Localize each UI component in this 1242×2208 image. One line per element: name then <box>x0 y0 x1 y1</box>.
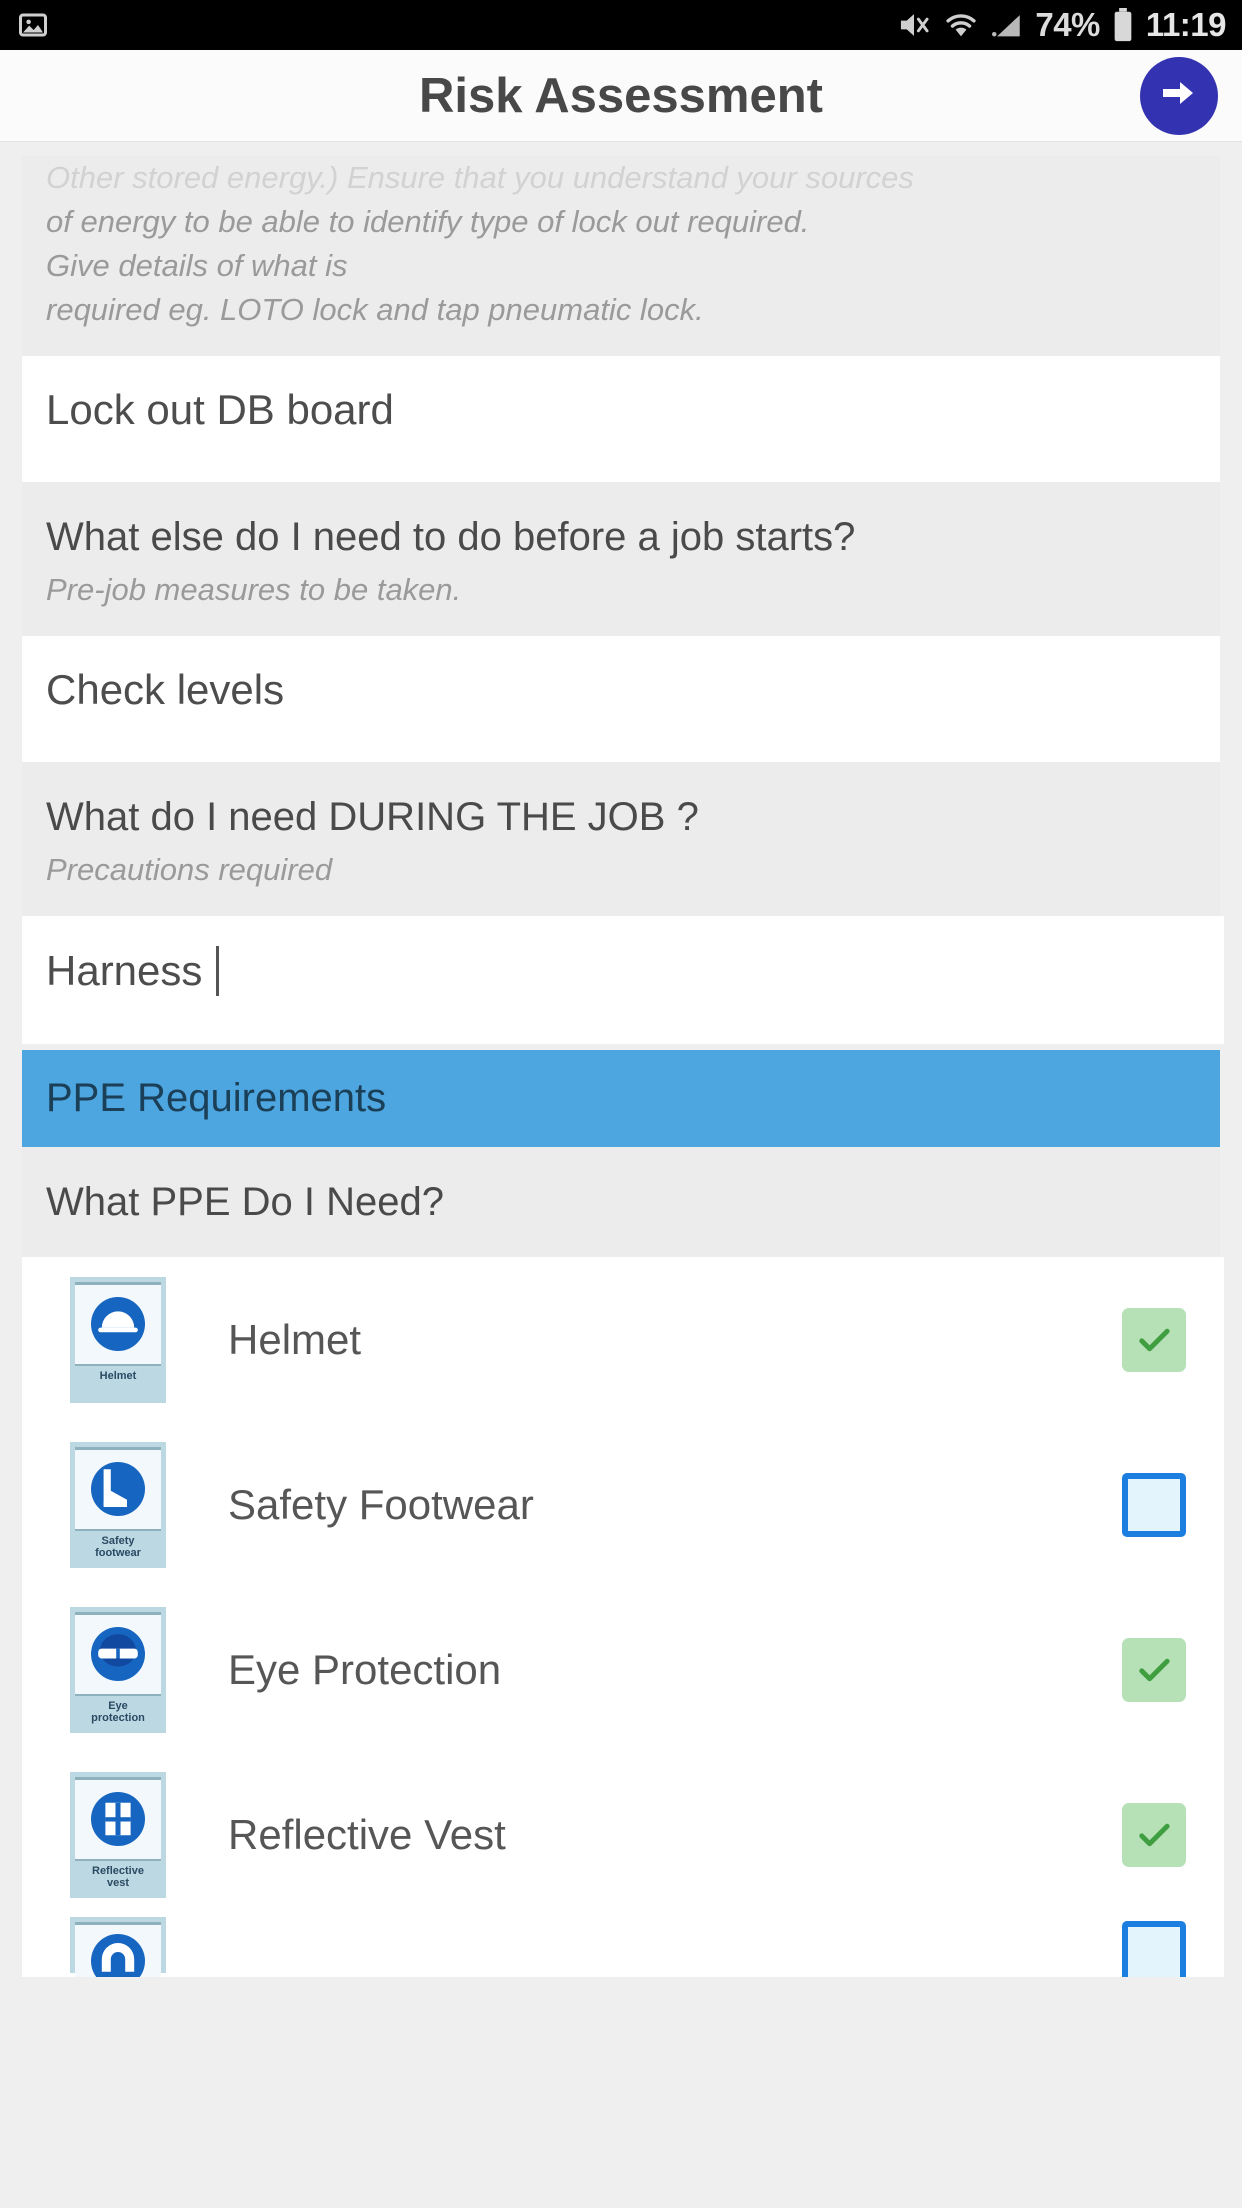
page-title: Risk Assessment <box>418 68 823 123</box>
safety-boot-sign-icon: Safety footwear <box>70 1441 166 1568</box>
list-item[interactable]: Safety footwear Safety Footwear <box>22 1422 1224 1587</box>
check-icon <box>1139 1328 1170 1351</box>
check-icon <box>1139 1823 1170 1846</box>
text-cursor <box>216 946 220 997</box>
status-bar-left <box>18 10 48 40</box>
wifi-icon <box>943 10 979 40</box>
eye-protection-sign-icon: Eye protection <box>70 1606 166 1733</box>
status-bar-clock: 11:19 <box>1145 6 1227 43</box>
list-item[interactable]: Reflective vest Reflective Vest <box>22 1752 1224 1917</box>
answer-value: Check levels <box>46 666 285 714</box>
question-title-prejob: What else do I need to do before a job s… <box>46 515 856 560</box>
next-button[interactable] <box>1140 56 1218 135</box>
answer-field-prejob[interactable]: Check levels <box>22 636 1220 763</box>
checkbox-reflective-vest[interactable] <box>1122 1802 1186 1867</box>
answer-value-wrapper: Harness <box>46 946 1200 997</box>
question-block-lockout: Other stored energy.) Ensure that you un… <box>22 156 1220 357</box>
list-item-label: Helmet <box>228 1315 362 1363</box>
checkbox-eye-protection[interactable] <box>1122 1637 1186 1702</box>
sign-caption: Eye protection <box>91 1699 145 1725</box>
question-hint-duringjob: Precautions required <box>46 852 333 888</box>
checkbox-safety-footwear[interactable] <box>1122 1472 1186 1537</box>
list-item[interactable]: Helmet Helmet <box>22 1257 1224 1422</box>
form-scroll-area[interactable]: Other stored energy.) Ensure that you un… <box>0 142 1242 2208</box>
list-item-label: Safety Footwear <box>228 1480 534 1528</box>
image-notification-icon <box>18 10 48 40</box>
ppe-list: Helmet Helmet Safety footwear Safety Foo… <box>22 1257 1224 1978</box>
question-title-ppe: What PPE Do I Need? <box>46 1180 444 1225</box>
sign-caption: Safety footwear <box>95 1534 141 1560</box>
battery-percent: 74% <box>1035 6 1100 43</box>
question-hint-prejob: Pre-job measures to be taken. <box>46 572 462 608</box>
battery-icon <box>1111 8 1135 42</box>
sign-caption: Reflective vest <box>92 1864 144 1890</box>
hint-line: of energy to be able to identify type of… <box>46 204 810 240</box>
section-header-ppe[interactable]: PPE Requirements <box>22 1050 1220 1148</box>
answer-field-duringjob[interactable]: Harness <box>22 916 1224 1045</box>
list-item-label: Reflective Vest <box>228 1810 506 1858</box>
answer-value: Harness <box>46 947 203 995</box>
ear-protection-sign-icon <box>70 1917 166 1978</box>
answer-field-lockout[interactable]: Lock out DB board <box>22 356 1220 483</box>
question-block-duringjob: What do I need DURING THE JOB ? Precauti… <box>22 762 1220 917</box>
answer-value: Lock out DB board <box>46 386 394 434</box>
question-block-ppe: What PPE Do I Need? <box>22 1147 1220 1258</box>
signal-icon <box>990 10 1024 40</box>
list-item[interactable]: Eye protection Eye Protection <box>22 1587 1224 1752</box>
hint-line: Give details of what is <box>46 248 348 284</box>
hint-line: required eg. LOTO lock and tap pneumatic… <box>46 292 704 328</box>
check-icon <box>1139 1658 1170 1681</box>
question-title-duringjob: What do I need DURING THE JOB ? <box>46 795 699 840</box>
hint-clipped-line: Other stored energy.) Ensure that you un… <box>46 160 914 195</box>
question-block-prejob: What else do I need to do before a job s… <box>22 482 1220 637</box>
app-bar: Risk Assessment <box>0 50 1242 142</box>
reflective-vest-sign-icon: Reflective vest <box>70 1771 166 1898</box>
arrow-right-icon <box>1155 69 1203 122</box>
list-item-label: Eye Protection <box>228 1645 502 1693</box>
list-item[interactable] <box>22 1917 1224 1978</box>
status-bar-right: 74% 11:19 <box>896 6 1227 44</box>
checkbox-helmet[interactable] <box>1122 1307 1186 1372</box>
checkbox-ear-protection[interactable] <box>1122 1921 1186 1978</box>
helmet-sign-icon: Helmet <box>70 1276 166 1403</box>
status-bar: 74% 11:19 <box>0 0 1242 50</box>
sign-caption: Helmet <box>99 1369 137 1382</box>
mute-icon <box>896 9 932 41</box>
question-hint-lockout: Other stored energy.) Ensure that you un… <box>46 156 1196 332</box>
